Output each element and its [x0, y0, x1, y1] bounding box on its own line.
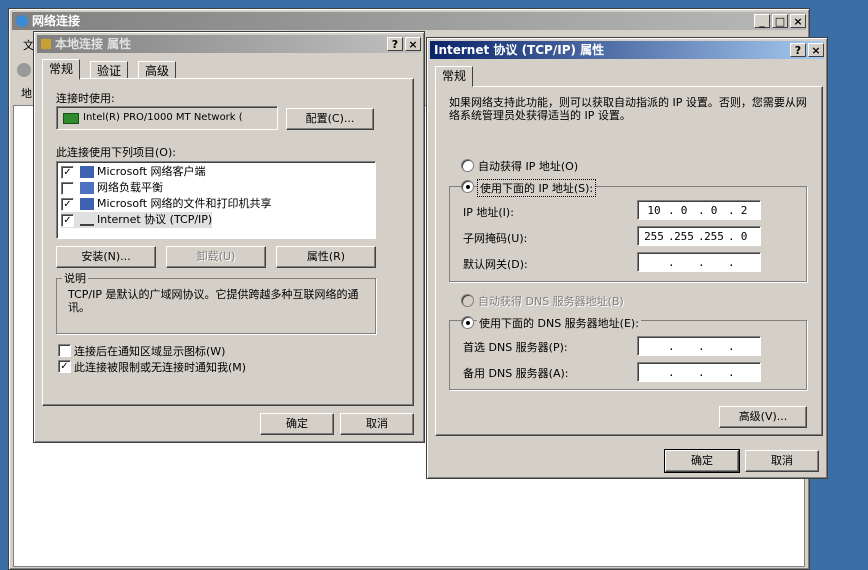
auto-ip-label[interactable]: 自动获得 IP 地址(O)	[478, 158, 578, 174]
ip-octet: 255	[704, 230, 724, 243]
cancel-button[interactable]: 取消	[340, 413, 414, 435]
subnet-mask-label: 子网掩码(U):	[463, 232, 528, 245]
item-label: Internet 协议 (TCP/IP)	[97, 213, 213, 226]
checkbox[interactable]: ✓	[61, 197, 74, 211]
gateway-field[interactable]: ...	[637, 252, 761, 272]
checkbox[interactable]	[61, 181, 74, 195]
network-connections-title: 网络连接	[32, 14, 81, 28]
tab-advanced[interactable]: 高级	[138, 61, 177, 79]
notify-label[interactable]: 此连接被限制或无连接时通知我(M)	[74, 359, 246, 375]
ip-octet: 0	[740, 230, 748, 243]
ip-octet: 10	[647, 204, 661, 217]
advanced-button[interactable]: 高级(V)...	[719, 406, 807, 428]
dot: .	[728, 366, 735, 379]
dot: .	[728, 256, 735, 269]
dot: .	[698, 366, 705, 379]
share-icon	[79, 198, 94, 210]
adapter-field: Intel(R) PRO/1000 MT Network (	[56, 106, 278, 130]
close-button[interactable]: ×	[808, 43, 824, 57]
uninstall-button[interactable]: 卸载(U)	[166, 246, 266, 268]
ip-octet: 0	[710, 204, 718, 217]
checkbox[interactable]: ✓	[61, 213, 74, 227]
list-item[interactable]: ✓ Microsoft 网络的文件和打印机共享	[61, 196, 272, 212]
close-button[interactable]: ×	[790, 14, 806, 28]
auto-dns-radio[interactable]	[461, 294, 474, 307]
show-icon-label[interactable]: 连接后在通知区域显示图标(W)	[74, 343, 225, 359]
network-connections-titlebar[interactable]: 网络连接	[12, 12, 806, 30]
tab-authentication[interactable]: 验证	[90, 61, 129, 79]
ip-address-field[interactable]: 10. 0. 0. 2	[637, 200, 761, 220]
client-icon	[79, 166, 94, 178]
intro-text: 如果网络支持此功能，则可以获取自动指派的 IP 设置。否则，您需要从网络系统管理…	[449, 96, 807, 122]
list-item-selected[interactable]: ✓ Internet 协议 (TCP/IP)	[61, 212, 213, 228]
manual-dns-radio[interactable]	[461, 316, 474, 329]
show-icon-checkbox[interactable]	[58, 344, 71, 357]
notify-checkbox[interactable]: ✓	[58, 360, 71, 373]
adapter-name: Intel(R) PRO/1000 MT Network (	[83, 112, 243, 123]
nlb-icon	[79, 182, 94, 194]
connect-using-label: 连接时使用:	[56, 92, 115, 105]
preferred-dns-label: 首选 DNS 服务器(P):	[463, 341, 568, 354]
dot: .	[668, 340, 675, 353]
tab-general[interactable]: 常规	[435, 66, 474, 87]
local-connection-properties-dialog: 本地连接 属性 ? × 常规 验证 高级 连接时使用: Intel(R) PRO…	[33, 31, 425, 443]
dot: .	[668, 366, 675, 379]
ok-button[interactable]: 确定	[260, 413, 334, 435]
description-text: TCP/IP 是默认的广域网协议。它提供跨越多种互联网络的通讯。	[68, 288, 359, 314]
ip-octet: 0	[680, 204, 688, 217]
item-label: Microsoft 网络客户端	[97, 165, 206, 178]
protocol-icon	[79, 214, 94, 226]
subnet-mask-field[interactable]: 255. 255. 255. 0	[637, 226, 761, 246]
connection-icon	[41, 39, 51, 49]
manual-dns-label[interactable]: 使用下面的 DNS 服务器地址(E):	[477, 315, 641, 331]
back-icon[interactable]	[17, 63, 31, 77]
manual-ip-label[interactable]: 使用下面的 IP 地址(S):	[477, 179, 597, 197]
preferred-dns-field[interactable]: ...	[637, 336, 761, 356]
close-button[interactable]: ×	[405, 37, 421, 51]
auto-ip-radio[interactable]	[461, 159, 474, 172]
dot: .	[698, 256, 705, 269]
install-button[interactable]: 安装(N)...	[56, 246, 156, 268]
address-label: 地	[21, 87, 32, 100]
dot: .	[698, 340, 705, 353]
description-title: 说明	[62, 270, 88, 286]
configure-button[interactable]: 配置(C)...	[286, 108, 374, 130]
alternate-dns-label: 备用 DNS 服务器(A):	[463, 367, 569, 380]
nic-icon	[63, 113, 79, 124]
checkbox[interactable]: ✓	[61, 165, 74, 179]
gateway-label: 默认网关(D):	[463, 258, 528, 271]
tcpip-title: Internet 协议 (TCP/IP) 属性	[434, 43, 605, 57]
network-icon	[16, 15, 28, 27]
local-props-titlebar[interactable]: 本地连接 属性	[37, 35, 421, 53]
list-item[interactable]: 网络负载平衡	[61, 180, 163, 196]
minimize-button[interactable]: _	[754, 14, 770, 28]
item-label: 网络负载平衡	[97, 181, 163, 194]
auto-dns-label[interactable]: 自动获得 DNS 服务器地址(B)	[478, 293, 624, 309]
ip-octet: 2	[740, 204, 748, 217]
maximize-button[interactable]: □	[772, 14, 788, 28]
item-label: Microsoft 网络的文件和打印机共享	[97, 197, 272, 210]
dot: .	[668, 256, 675, 269]
ip-octet: 255	[644, 230, 664, 243]
properties-button[interactable]: 属性(R)	[276, 246, 376, 268]
list-item[interactable]: ✓ Microsoft 网络客户端	[61, 164, 206, 180]
help-button[interactable]: ?	[790, 43, 806, 57]
alternate-dns-field[interactable]: ...	[637, 362, 761, 382]
ip-address-label: IP 地址(I):	[463, 206, 514, 219]
cancel-button[interactable]: 取消	[745, 450, 819, 472]
ip-octet: 255	[674, 230, 694, 243]
tab-general[interactable]: 常规	[42, 59, 81, 80]
ok-button[interactable]: 确定	[664, 449, 740, 473]
help-button[interactable]: ?	[387, 37, 403, 51]
tcpip-properties-dialog: Internet 协议 (TCP/IP) 属性 ? × 常规 如果网络支持此功能…	[426, 37, 828, 479]
components-list: ✓ Microsoft 网络客户端 网络负载平衡 ✓ Microsoft 网络的…	[56, 161, 376, 239]
items-label: 此连接使用下列项目(O):	[56, 146, 176, 159]
manual-ip-radio[interactable]	[461, 180, 474, 193]
local-props-title: 本地连接 属性	[55, 37, 132, 51]
dot: .	[728, 340, 735, 353]
tcpip-titlebar[interactable]: Internet 协议 (TCP/IP) 属性	[430, 41, 824, 59]
